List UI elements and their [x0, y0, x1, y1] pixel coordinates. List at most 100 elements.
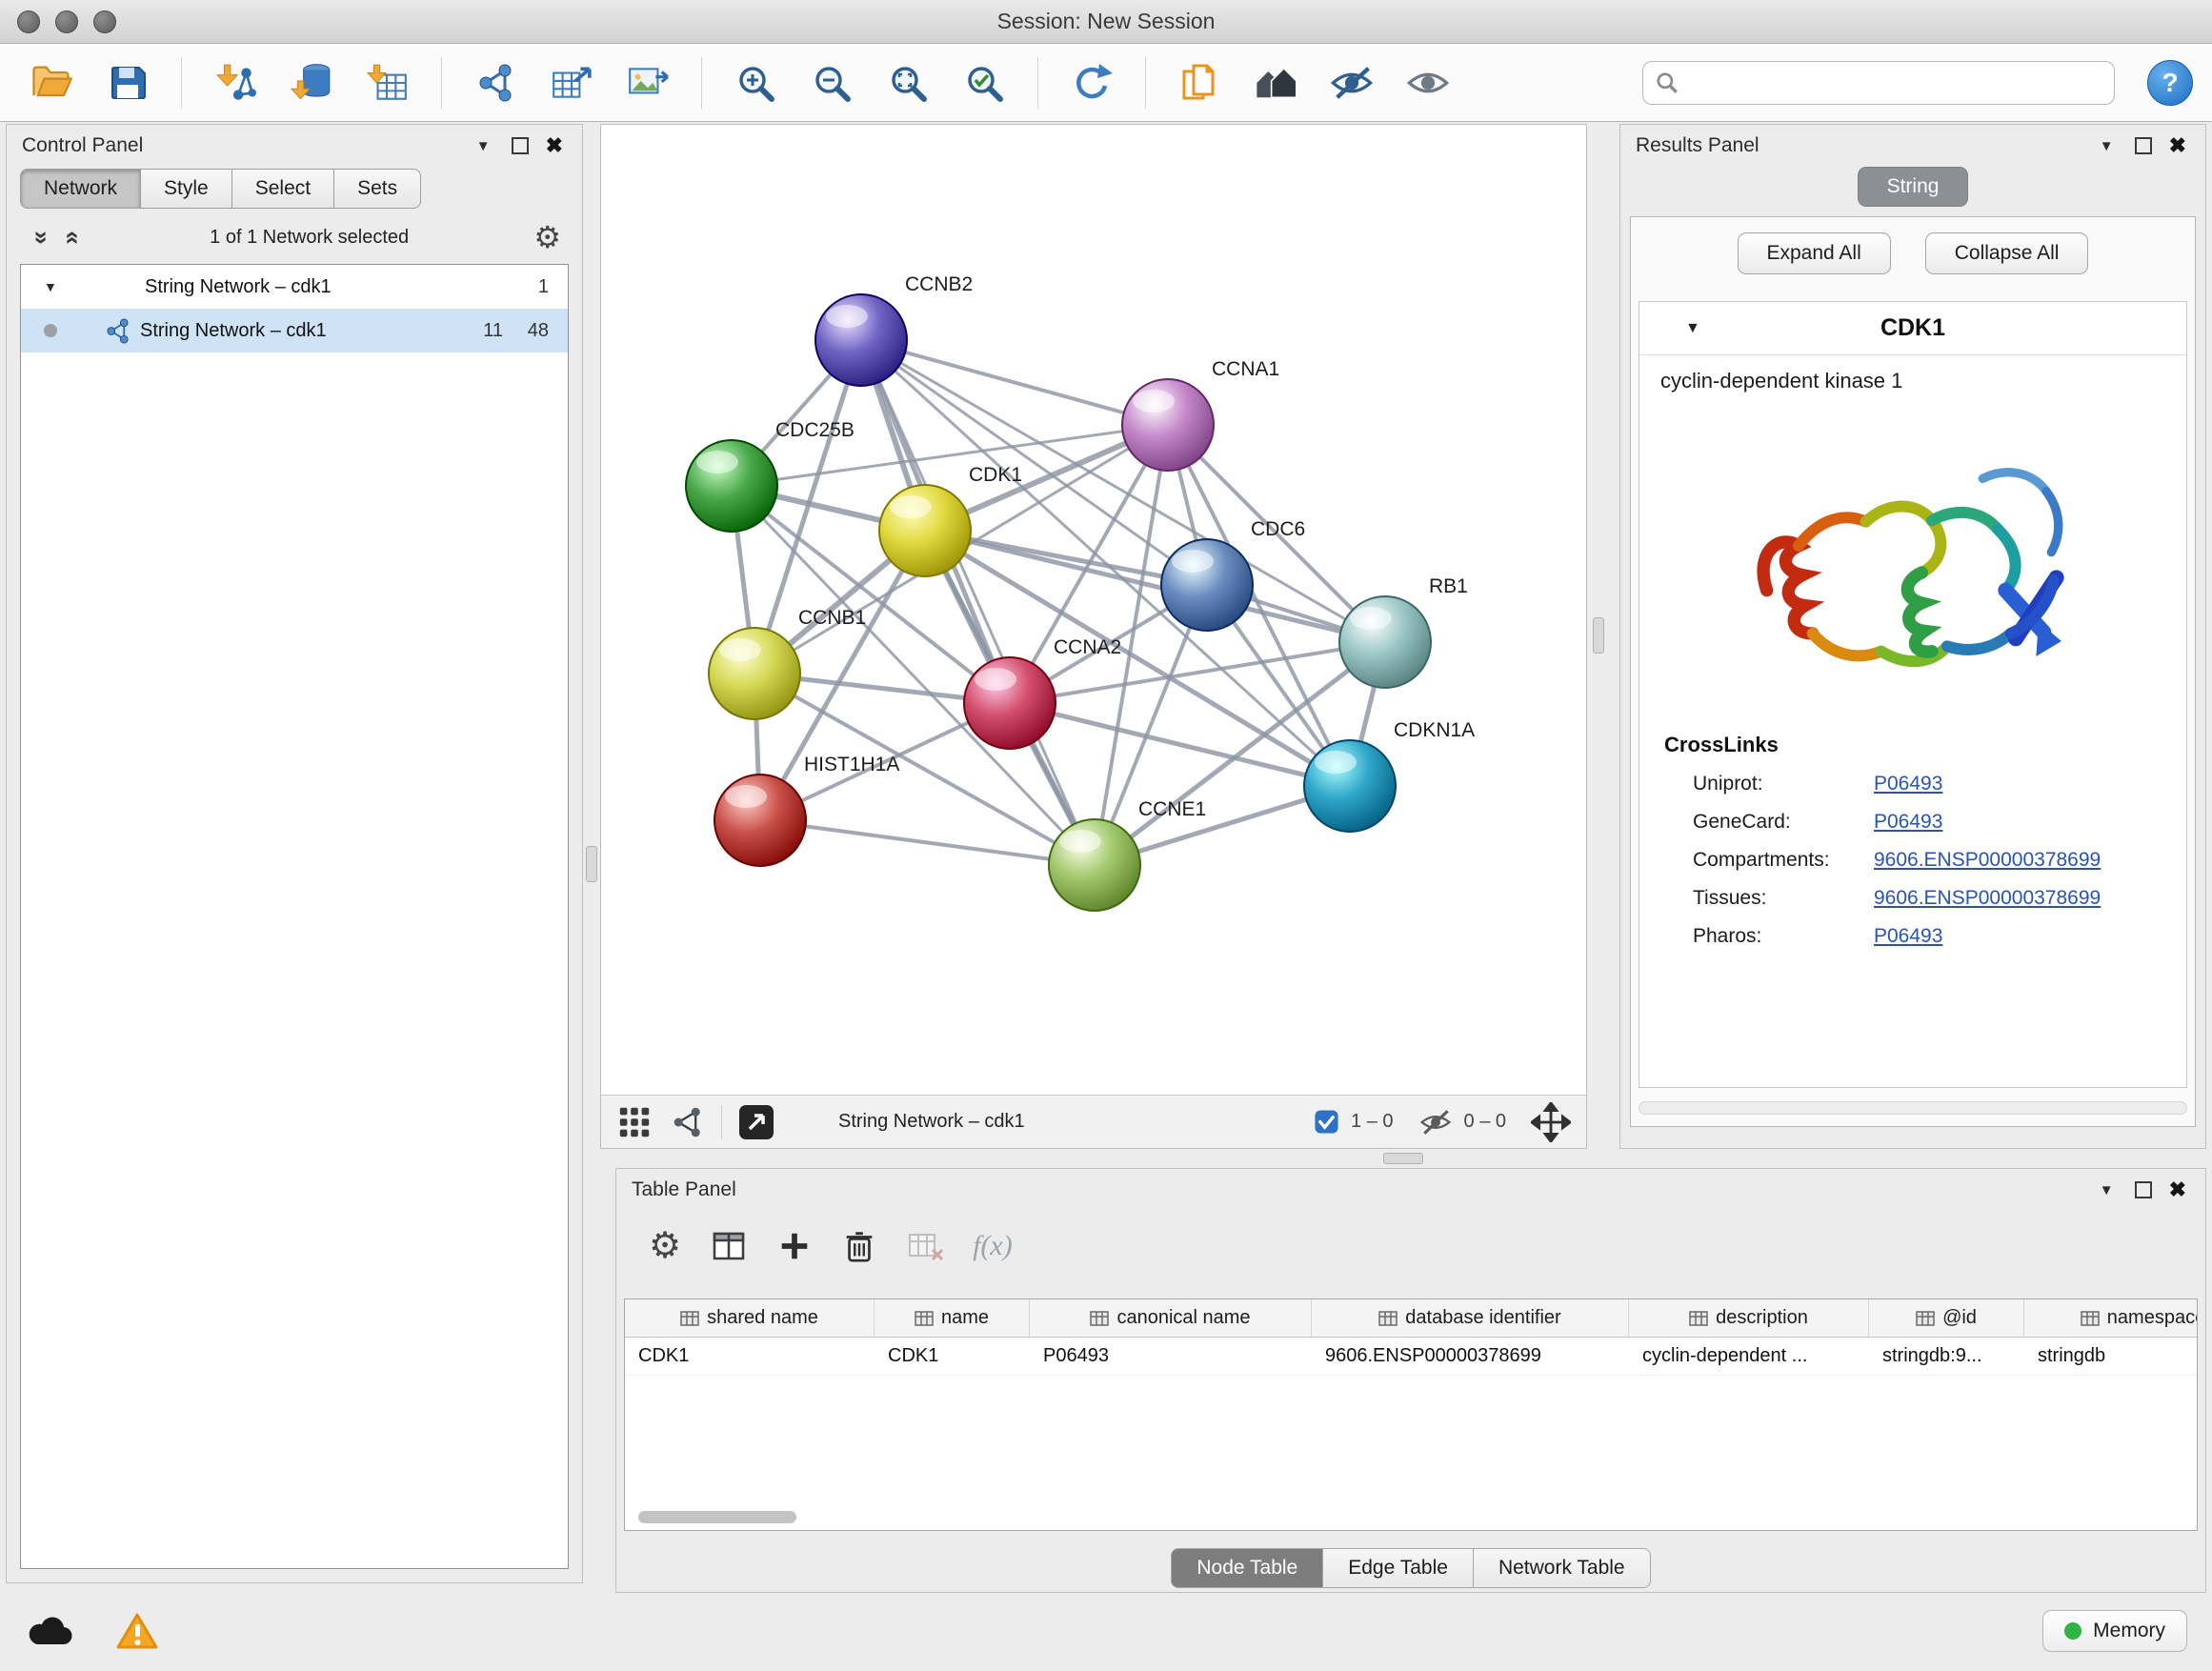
tab-edge-table[interactable]: Edge Table: [1323, 1548, 1474, 1588]
table-cell[interactable]: P06493: [1030, 1338, 1312, 1375]
float-panel-icon[interactable]: [2135, 1181, 2152, 1198]
zoom-selected-button[interactable]: [952, 52, 1016, 113]
network-node-RB1[interactable]: RB1: [1339, 575, 1468, 688]
open-session-button[interactable]: [19, 52, 84, 113]
table-cell[interactable]: stringdb:9...: [1869, 1338, 2024, 1375]
crosslink-link[interactable]: P06493: [1874, 925, 1942, 948]
network-node-CCNA1[interactable]: CCNA1: [1122, 358, 1279, 471]
tree-expand-icon[interactable]: ▼: [44, 279, 63, 294]
tab-string[interactable]: String: [1858, 167, 1969, 207]
column-header-name[interactable]: name: [875, 1299, 1030, 1337]
close-window-button[interactable]: [17, 10, 40, 33]
network-node-CCNB1[interactable]: CCNB1: [709, 607, 866, 719]
crosslink-link[interactable]: P06493: [1874, 773, 1942, 795]
crosslink-link[interactable]: P06493: [1874, 811, 1942, 834]
add-row-plus-icon[interactable]: [776, 1228, 813, 1264]
zoom-out-button[interactable]: [799, 52, 864, 113]
duplicate-document-button[interactable]: [1167, 52, 1232, 113]
zoom-in-button[interactable]: [723, 52, 788, 113]
search-input[interactable]: [1687, 71, 2102, 93]
network-edge[interactable]: [760, 820, 1095, 865]
tab-network-table[interactable]: Network Table: [1474, 1548, 1651, 1588]
collapse-section-icon[interactable]: ▼: [1685, 320, 1700, 337]
table-cell[interactable]: cyclin-dependent ...: [1629, 1338, 1869, 1375]
column-header-description[interactable]: description: [1629, 1299, 1869, 1337]
tab-network[interactable]: Network: [20, 169, 141, 209]
new-network-from-table-button[interactable]: [539, 52, 604, 113]
hidden-eye-slash-icon[interactable]: [1418, 1105, 1453, 1139]
collapse-all-button[interactable]: Collapse All: [1925, 232, 2089, 274]
function-builder-icon[interactable]: f(x): [973, 1230, 1013, 1262]
export-view-icon[interactable]: [737, 1103, 775, 1141]
splitter-handle[interactable]: [586, 846, 597, 882]
add-column-icon[interactable]: [710, 1227, 748, 1265]
panel-menu-icon[interactable]: ▼: [469, 138, 498, 154]
network-options-gear-icon[interactable]: ⚙: [533, 222, 561, 252]
float-panel-icon[interactable]: [512, 137, 529, 154]
close-panel-icon[interactable]: ✖: [2165, 1178, 2190, 1202]
float-panel-icon[interactable]: [2135, 137, 2152, 154]
column-header-id[interactable]: @id: [1869, 1299, 2024, 1337]
import-network-from-file-button[interactable]: [203, 52, 268, 113]
tab-node-table[interactable]: Node Table: [1171, 1548, 1323, 1588]
delete-icon[interactable]: [841, 1228, 877, 1264]
network-node-HIST1H1A[interactable]: HIST1H1A: [714, 754, 899, 866]
close-panel-icon[interactable]: ✖: [2165, 133, 2190, 158]
scrollbar-thumb[interactable]: [638, 1511, 796, 1523]
help-button[interactable]: ?: [2147, 60, 2193, 106]
hide-selected-button[interactable]: [1319, 52, 1384, 113]
table-row[interactable]: CDK1CDK1P064939606.ENSP00000378699cyclin…: [625, 1338, 2197, 1376]
column-header-canonical-name[interactable]: canonical name: [1030, 1299, 1312, 1337]
export-image-button[interactable]: [615, 52, 680, 113]
import-network-from-database-button[interactable]: [279, 52, 344, 113]
zoom-window-button[interactable]: [93, 10, 116, 33]
network-node-CCNB2[interactable]: CCNB2: [815, 273, 973, 386]
tab-sets[interactable]: Sets: [334, 169, 421, 209]
column-header-database-identifier[interactable]: database identifier: [1312, 1299, 1629, 1337]
splitter-handle[interactable]: [1383, 1153, 1423, 1164]
table-cell[interactable]: CDK1: [625, 1338, 875, 1375]
close-panel-icon[interactable]: ✖: [542, 133, 567, 158]
collection-row[interactable]: ▼ String Network – cdk1 1: [21, 265, 568, 309]
crosslink-link[interactable]: 9606.ENSP00000378699: [1874, 887, 2101, 910]
panel-menu-icon[interactable]: ▼: [2092, 1182, 2122, 1198]
grid-view-icon[interactable]: [616, 1104, 653, 1140]
table-cell[interactable]: 9606.ENSP00000378699: [1312, 1338, 1629, 1375]
panel-menu-icon[interactable]: ▼: [2092, 138, 2122, 154]
automation-cloud-icon[interactable]: [25, 1614, 74, 1648]
column-header-namespace[interactable]: namespace: [2024, 1299, 2198, 1337]
new-network-button[interactable]: [463, 52, 528, 113]
results-scrollbar[interactable]: [1639, 1101, 2187, 1115]
table-cell[interactable]: stringdb: [2024, 1338, 2198, 1375]
table-hscrollbar[interactable]: [634, 1511, 2198, 1524]
birdseye-view-icon[interactable]: [672, 1105, 706, 1139]
zoom-fit-button[interactable]: [875, 52, 940, 113]
network-row[interactable]: String Network – cdk1 11 48: [21, 309, 568, 352]
expand-all-icon[interactable]: »: [56, 223, 86, 252]
selected-checkbox-icon[interactable]: [1314, 1109, 1339, 1135]
column-header-shared-name[interactable]: shared name: [625, 1299, 875, 1337]
warning-icon[interactable]: [116, 1613, 158, 1649]
protein-card-header[interactable]: ▼ CDK1: [1639, 302, 2186, 355]
network-node-CDKN1A[interactable]: CDKN1A: [1304, 719, 1475, 832]
tab-select[interactable]: Select: [232, 169, 334, 209]
collapse-all-icon[interactable]: »: [28, 223, 57, 252]
network-edge[interactable]: [861, 340, 1095, 865]
crosslink-link[interactable]: 9606.ENSP00000378699: [1874, 849, 2101, 872]
splitter-handle[interactable]: [1593, 617, 1604, 654]
minimize-window-button[interactable]: [55, 10, 78, 33]
expand-all-button[interactable]: Expand All: [1738, 232, 1891, 274]
network-node-CDK1[interactable]: CDK1: [879, 464, 1022, 576]
save-session-button[interactable]: [95, 52, 160, 113]
network-node-CDC6[interactable]: CDC6: [1161, 518, 1305, 631]
home-button[interactable]: [1243, 52, 1308, 113]
refresh-view-button[interactable]: [1059, 52, 1124, 113]
network-canvas[interactable]: CCNB2CCNA1CDC25BCDK1CDC6RB1CCNB1CCNA2CDK…: [601, 125, 1586, 1095]
table-cell[interactable]: CDK1: [875, 1338, 1030, 1375]
table-settings-gear-icon[interactable]: ⚙: [649, 1228, 681, 1264]
pan-crosshair-icon[interactable]: [1531, 1102, 1571, 1142]
show-all-button[interactable]: [1396, 52, 1460, 113]
import-table-from-file-button[interactable]: [355, 52, 420, 113]
memory-button[interactable]: Memory: [2042, 1610, 2187, 1652]
tab-style[interactable]: Style: [141, 169, 232, 209]
